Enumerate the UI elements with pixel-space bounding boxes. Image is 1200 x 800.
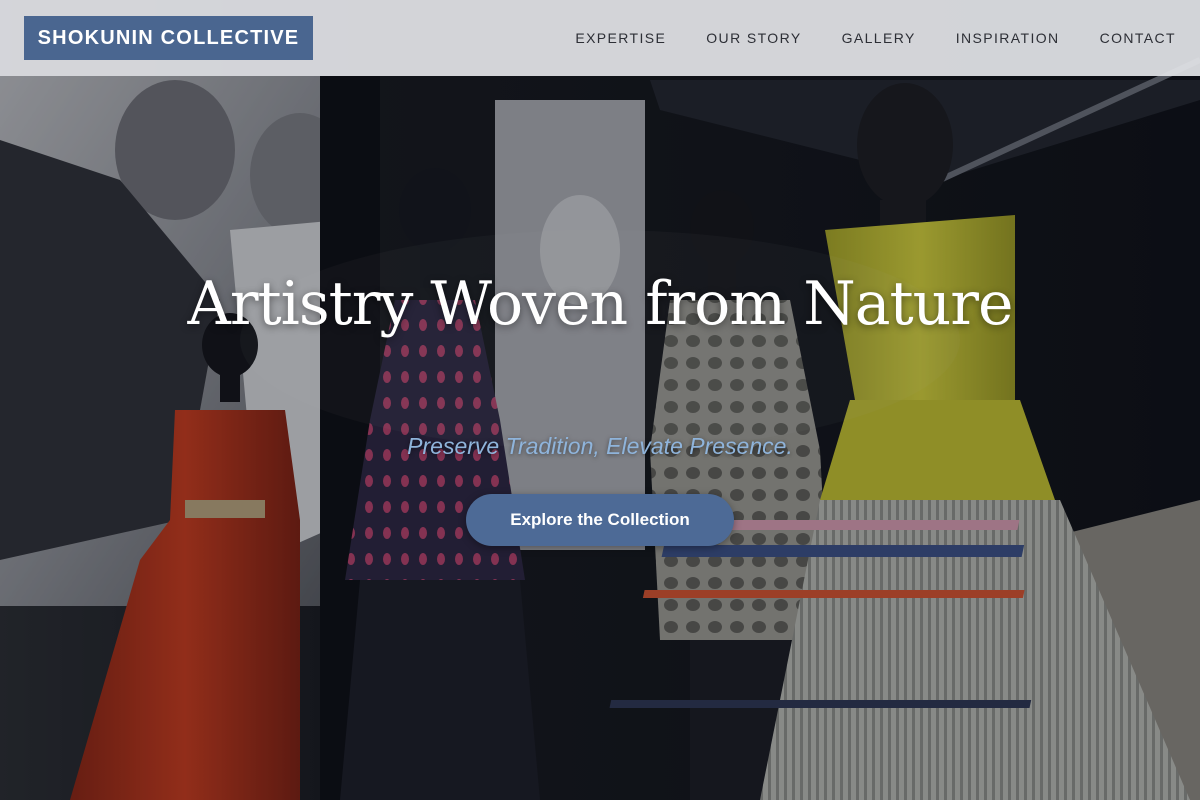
brand-logo[interactable]: SHOKUNIN COLLECTIVE xyxy=(24,16,313,60)
main-nav: EXPERTISE OUR STORY GALLERY INSPIRATION … xyxy=(535,0,1176,76)
hero-background-image xyxy=(0,0,1200,800)
hero-headline: Artistry Woven from Nature xyxy=(187,269,1014,339)
nav-link-gallery[interactable]: GALLERY xyxy=(842,30,916,46)
nav-link-contact[interactable]: CONTACT xyxy=(1100,30,1176,46)
site-header: SHOKUNIN COLLECTIVE EXPERTISE OUR STORY … xyxy=(0,0,1200,76)
nav-link-our-story[interactable]: OUR STORY xyxy=(706,30,801,46)
nav-link-inspiration[interactable]: INSPIRATION xyxy=(956,30,1060,46)
nav-link-expertise[interactable]: EXPERTISE xyxy=(575,30,666,46)
hero-tagline: Preserve Tradition, Elevate Presence. xyxy=(407,433,793,459)
explore-collection-button[interactable]: Explore the Collection xyxy=(466,494,734,546)
hero-overlay xyxy=(0,0,1200,800)
